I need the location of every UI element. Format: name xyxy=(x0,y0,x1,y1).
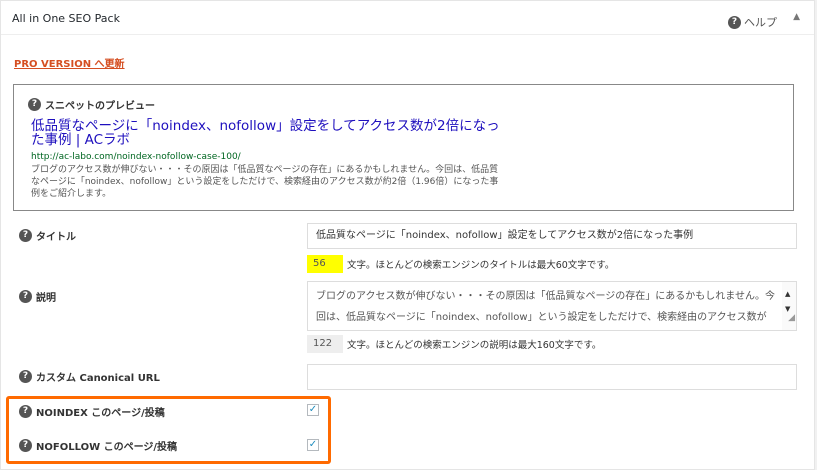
noindex-label: NOINDEX このページ/投稿 xyxy=(36,408,165,419)
help-toggle[interactable]: ? ヘルプ xyxy=(728,14,777,30)
nofollow-field-label: ? NOFOLLOW このページ/投稿 xyxy=(19,438,177,453)
title-input[interactable]: 低品質なページに「noindex、nofollow」設定をしてアクセス数が2倍に… xyxy=(307,223,797,249)
canonical-url-input[interactable] xyxy=(307,364,797,390)
title-count-note: 文字。ほとんどの検索エンジンのタイトルは最大60文字です。 xyxy=(347,260,615,271)
canonical-field-label: ? カスタム Canonical URL xyxy=(19,369,160,384)
snippet-preview: ? スニペットのプレビュー 低品質なページに「noindex、nofollow」… xyxy=(13,84,794,211)
description-label: 説明 xyxy=(36,293,56,304)
pro-version-link[interactable]: PRO VERSION へ更新 xyxy=(14,55,125,70)
description-char-count: 122 xyxy=(307,335,343,353)
seo-pack-panel: All in One SEO Pack ? ヘルプ ▲ PRO VERSION … xyxy=(0,0,815,470)
panel-title: All in One SEO Pack xyxy=(12,12,120,25)
snippet-title: 低品質なページに「noindex、nofollow」設定をしてアクセス数が2倍に… xyxy=(31,118,500,148)
description-field-label: ? 説明 xyxy=(19,289,56,304)
title-count-row: 56 文字。ほとんどの検索エンジンのタイトルは最大60文字です。 xyxy=(307,255,614,273)
triangle-up-icon[interactable]: ▲ xyxy=(793,12,800,22)
header-divider xyxy=(1,34,814,35)
description-textarea[interactable]: ブログのアクセス数が伸びない・・・その原因は「低品質なページの存在」にあるかもし… xyxy=(307,281,797,331)
snippet-url: http://ac-labo.com/noindex-nofollow-case… xyxy=(31,152,241,162)
description-count-row: 122 文字。ほとんどの検索エンジンの説明は最大160文字です。 xyxy=(307,335,601,353)
snippet-preview-heading: ? スニペットのプレビュー xyxy=(28,97,155,112)
question-circle-icon[interactable]: ? xyxy=(28,98,41,111)
question-circle-icon[interactable]: ? xyxy=(19,439,32,452)
title-label: タイトル xyxy=(36,232,76,243)
question-circle-icon[interactable]: ? xyxy=(19,370,32,383)
resize-grip-icon[interactable]: ◢ xyxy=(788,308,795,329)
help-label: ヘルプ xyxy=(744,16,777,29)
description-count-note: 文字。ほとんどの検索エンジンの説明は最大160文字です。 xyxy=(347,340,602,351)
noindex-checkbox[interactable]: ✓ xyxy=(307,404,319,416)
question-circle-icon: ? xyxy=(728,15,741,29)
canonical-label: カスタム Canonical URL xyxy=(36,373,160,384)
question-circle-icon[interactable]: ? xyxy=(19,290,32,303)
title-char-count: 56 xyxy=(307,255,343,273)
nofollow-checkbox[interactable]: ✓ xyxy=(307,439,319,451)
nofollow-label: NOFOLLOW このページ/投稿 xyxy=(36,442,178,453)
snippet-description: ブログのアクセス数が伸びない・・・その原因は「低品質なページの存在」にあるかもし… xyxy=(31,165,499,199)
noindex-field-label: ? NOINDEX このページ/投稿 xyxy=(19,404,165,419)
title-field-label: ? タイトル xyxy=(19,228,76,243)
description-text: ブログのアクセス数が伸びない・・・その原因は「低品質なページの存在」にあるかもし… xyxy=(316,291,775,323)
snippet-preview-label: スニペットのプレビュー xyxy=(45,101,155,112)
question-circle-icon[interactable]: ? xyxy=(19,229,32,242)
question-circle-icon[interactable]: ? xyxy=(19,405,32,418)
